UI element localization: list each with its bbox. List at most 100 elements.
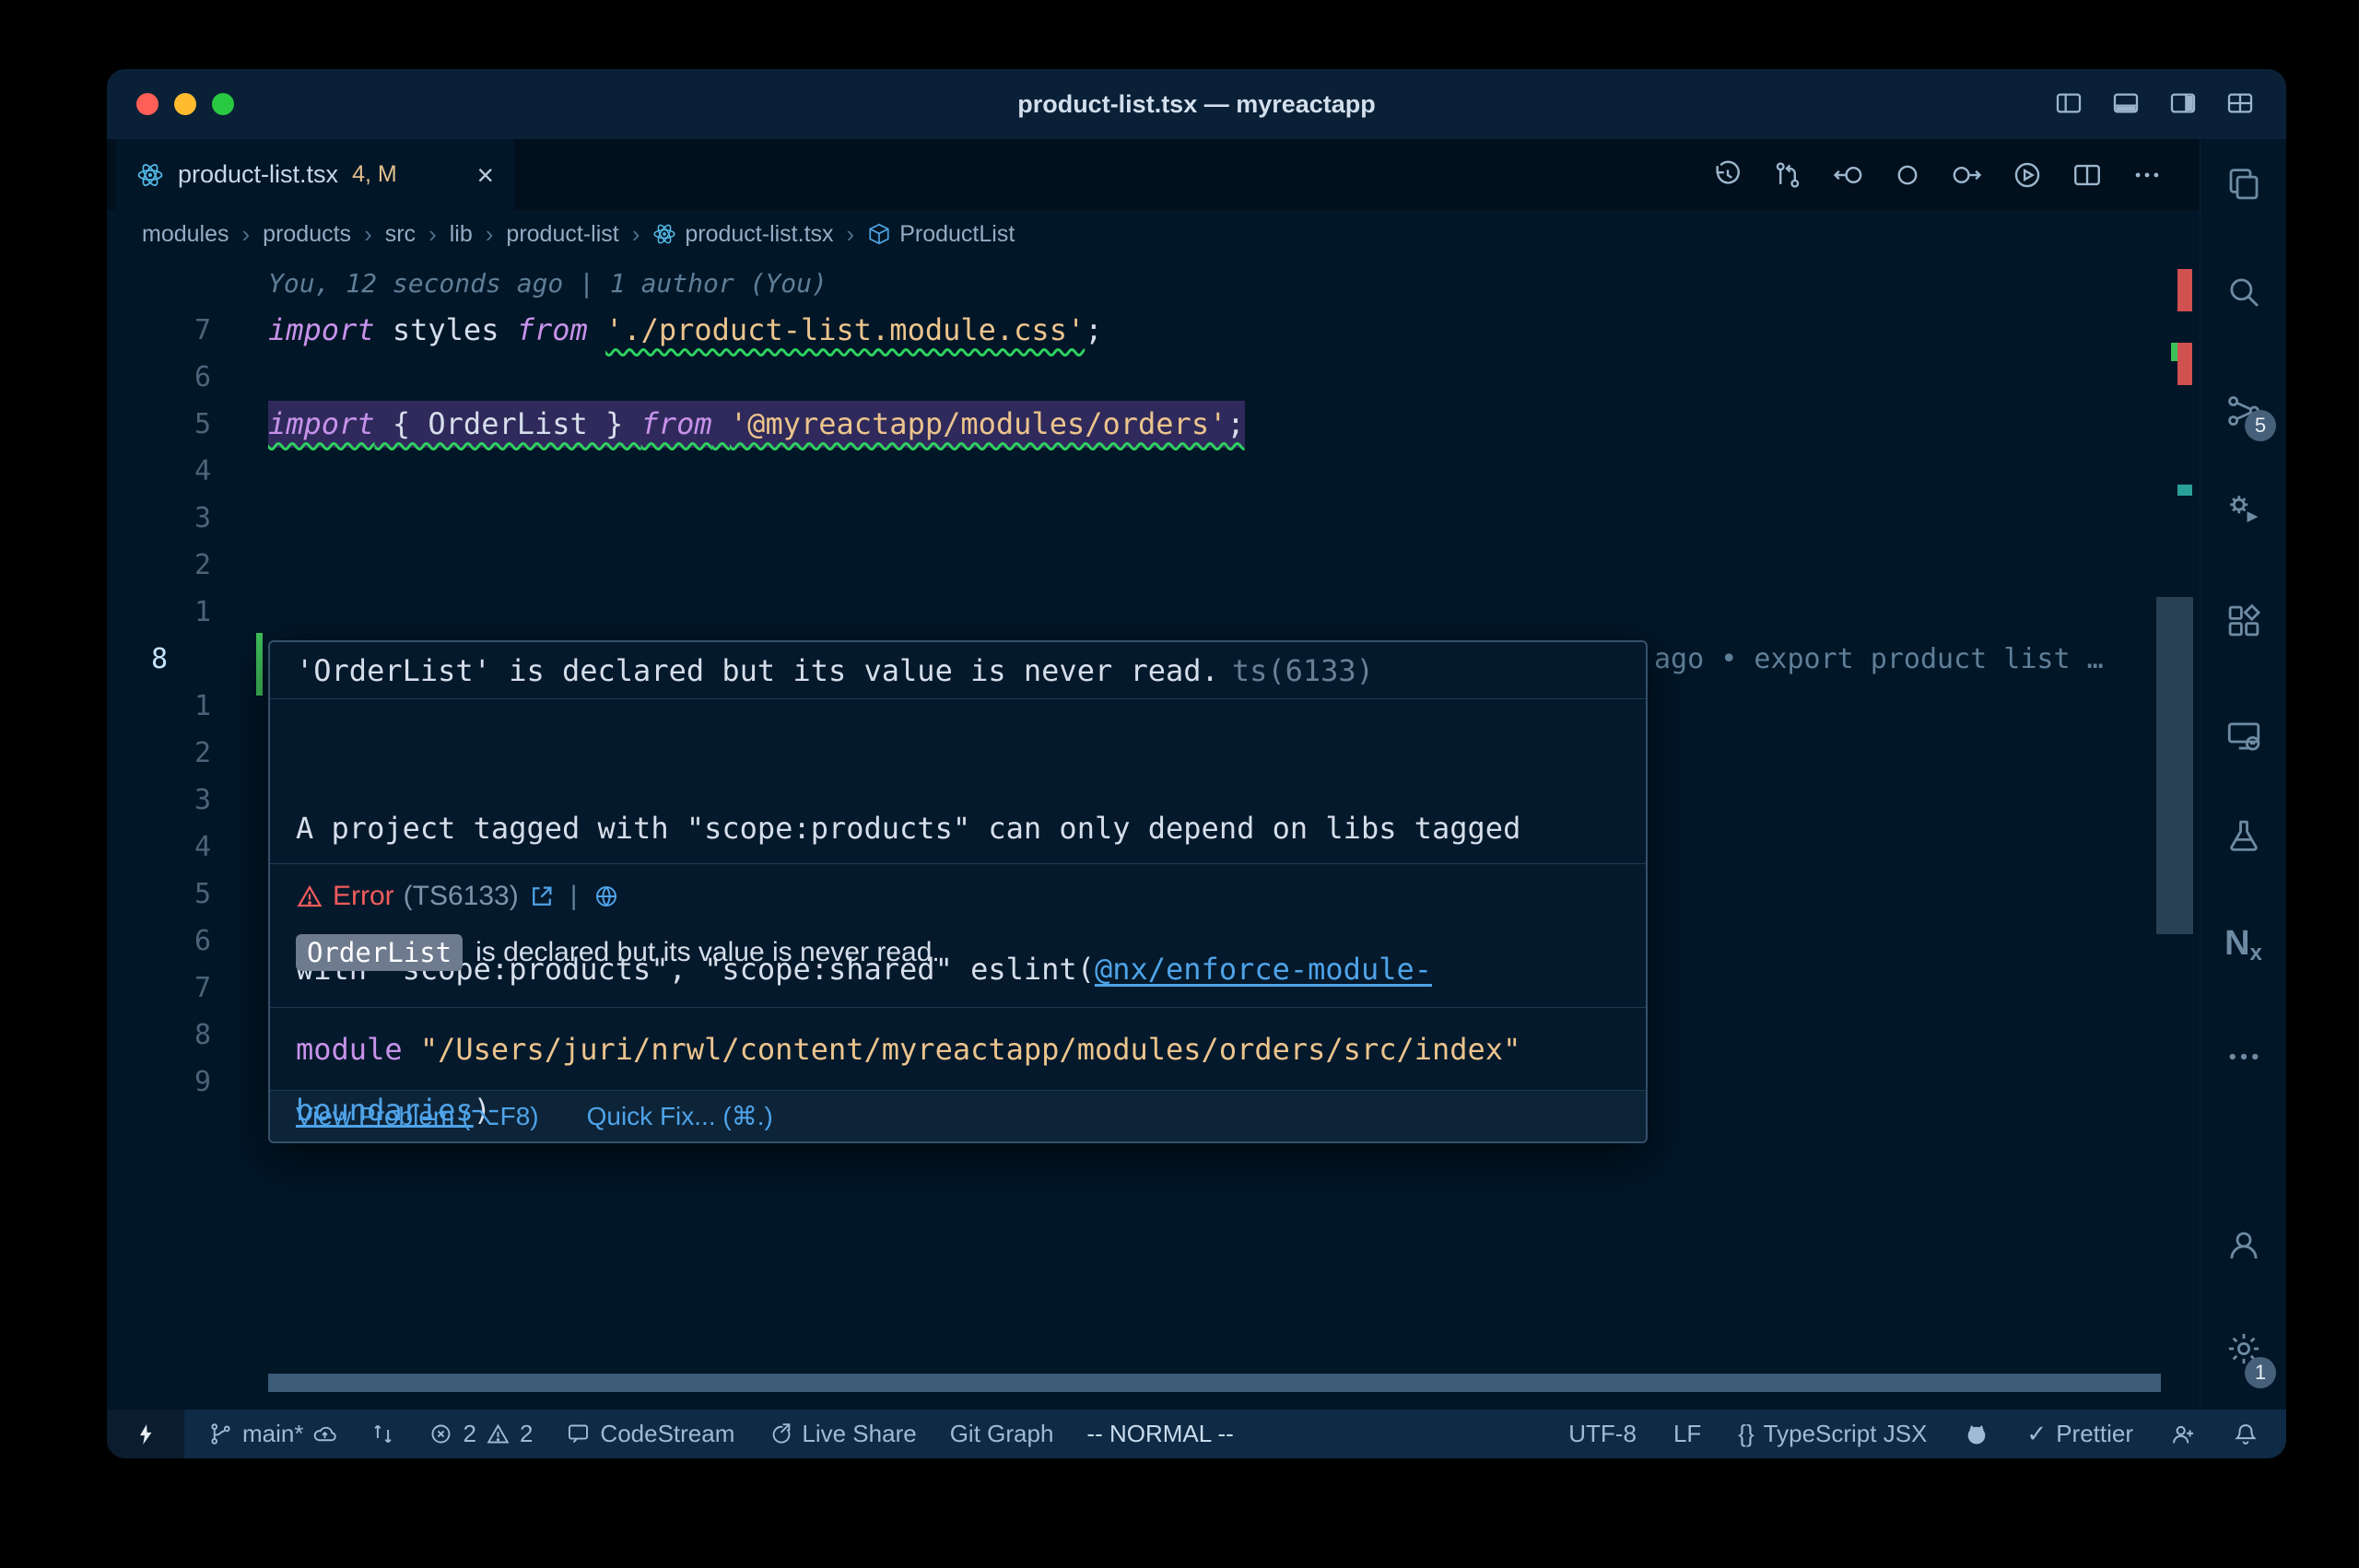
code-token: ; — [1085, 312, 1102, 347]
github-icon[interactable] — [1964, 1422, 1989, 1447]
remote-indicator[interactable] — [107, 1410, 184, 1458]
git-blame-annotation: You, 12 seconds ago | 1 author (You) — [268, 260, 827, 307]
line-number[interactable]: 5 — [107, 401, 211, 448]
remote-explorer-icon[interactable] — [2224, 717, 2263, 755]
line-number[interactable]: 2 — [107, 542, 211, 589]
branch-icon — [208, 1422, 233, 1446]
breadcrumb-item[interactable]: product-list — [506, 221, 618, 248]
line-number[interactable]: 4 — [107, 824, 211, 871]
toggle-secondary-sidebar-icon[interactable] — [2168, 88, 2198, 118]
live-share-status[interactable]: Live Share — [768, 1420, 916, 1448]
line-number[interactable]: 7 — [107, 965, 211, 1012]
code-token: from — [517, 312, 588, 347]
code-row[interactable]: 5import { OrderList } from '@myreactapp/… — [107, 401, 2200, 448]
code-row[interactable]: 3 — [107, 495, 2200, 542]
inline-blame-ghost-text: ago • export product list … — [1654, 636, 2104, 683]
branch-name: main* — [242, 1420, 303, 1448]
compare-changes-icon[interactable] — [1772, 159, 1803, 191]
quick-fix-link[interactable]: Quick Fix... (⌘.) — [587, 1101, 773, 1131]
open-external-icon[interactable] — [528, 883, 556, 910]
line-number[interactable]: 8 — [151, 636, 168, 683]
layout-grid-icon[interactable] — [2225, 88, 2255, 118]
line-number[interactable]: 6 — [107, 918, 211, 965]
breadcrumb-item[interactable]: src — [385, 221, 416, 248]
line-number[interactable]: 6 — [107, 354, 211, 401]
breadcrumb-symbol[interactable]: ProductList — [867, 221, 1015, 248]
blame-row[interactable]: You, 12 seconds ago | 1 author (You) — [107, 260, 2200, 307]
tab-modified-badge: 4, M — [352, 161, 397, 188]
breadcrumb-item[interactable]: lib — [450, 221, 473, 248]
language-status[interactable]: {} TypeScript JSX — [1738, 1420, 1927, 1448]
code-editor[interactable]: You, 12 seconds ago | 1 author (You)7imp… — [107, 258, 2200, 1410]
breadcrumb-item[interactable]: modules — [142, 221, 229, 248]
code-row[interactable]: 2 — [107, 542, 2200, 589]
tab-close-icon[interactable]: × — [476, 160, 494, 190]
line-number[interactable]: 9 — [107, 1059, 211, 1106]
nx-rule-link[interactable]: @nx/enforce-module- — [1095, 952, 1432, 987]
prettier-status[interactable]: ✓ Prettier — [2026, 1420, 2133, 1448]
run-file-icon[interactable] — [2012, 159, 2043, 191]
codestream-status[interactable]: CodeStream — [566, 1420, 734, 1448]
circle-icon[interactable] — [1892, 159, 1923, 191]
split-editor-icon[interactable] — [2071, 159, 2103, 191]
line-number[interactable]: 3 — [107, 777, 211, 824]
extensions-icon[interactable] — [2224, 602, 2263, 640]
code-row[interactable]: 1 — [107, 589, 2200, 636]
settings-badge: 1 — [2245, 1357, 2276, 1388]
line-number[interactable]: 2 — [107, 730, 211, 777]
problems-status[interactable]: 2 2 — [428, 1420, 533, 1448]
overview-ruler-modified-mark — [2171, 343, 2177, 361]
code-row[interactable]: 6 — [107, 354, 2200, 401]
editor-actions — [1712, 139, 2200, 210]
test-beaker-icon[interactable] — [2224, 816, 2263, 855]
breadcrumb-separator: › — [847, 220, 855, 249]
line-number[interactable]: 5 — [107, 871, 211, 918]
git-graph-status[interactable]: Git Graph — [950, 1420, 1054, 1448]
globe-icon[interactable] — [593, 883, 620, 910]
eol-status[interactable]: LF — [1673, 1420, 1701, 1448]
timeline-history-icon[interactable] — [1712, 159, 1743, 191]
minimize-window-button[interactable] — [174, 93, 196, 115]
bell-icon[interactable] — [2233, 1422, 2259, 1447]
tab-product-list[interactable]: product-list.tsx 4, M × — [116, 139, 514, 210]
feedback-icon[interactable] — [2170, 1422, 2196, 1447]
zoom-window-button[interactable] — [212, 93, 234, 115]
line-number[interactable]: 8 — [107, 1012, 211, 1059]
line-number[interactable]: 7 — [107, 307, 211, 354]
git-branch-status[interactable]: main* — [208, 1420, 337, 1448]
sync-status[interactable] — [370, 1422, 395, 1446]
close-window-button[interactable] — [136, 93, 158, 115]
overview-ruler-error-mark — [2177, 343, 2192, 385]
vim-mode-indicator[interactable]: -- NORMAL -- — [1086, 1420, 1233, 1448]
additional-views-icon[interactable] — [2224, 1037, 2263, 1076]
nx-console-icon[interactable]: Nx — [2224, 924, 2262, 966]
vertical-scrollbar[interactable] — [2156, 597, 2193, 934]
code-row[interactable]: 4 — [107, 448, 2200, 495]
code-token: '@myreactapp/modules/orders' — [730, 406, 1226, 441]
breadcrumb-separator: › — [632, 220, 640, 249]
react-icon — [136, 161, 164, 189]
line-number[interactable]: 4 — [107, 448, 211, 495]
navigate-back-icon[interactable] — [1832, 159, 1863, 191]
navigate-forward-icon[interactable] — [1952, 159, 1983, 191]
toggle-sidebar-icon[interactable] — [2054, 88, 2083, 118]
toggle-panel-icon[interactable] — [2111, 88, 2141, 118]
run-task-gear-icon[interactable] — [2224, 490, 2263, 529]
view-problem-link[interactable]: View Problem (⌥F8) — [296, 1101, 539, 1131]
code-row[interactable]: 7import styles from './product-list.modu… — [107, 307, 2200, 354]
code-token: styles — [375, 312, 517, 347]
horizontal-scrollbar[interactable] — [268, 1374, 2161, 1392]
encoding-status[interactable]: UTF-8 — [1568, 1420, 1637, 1448]
breadcrumb-item[interactable]: products — [263, 221, 351, 248]
diagnostic-hover-popup: 'OrderList' is declared but its value is… — [268, 640, 1648, 1143]
search-icon[interactable] — [2224, 273, 2263, 311]
account-icon[interactable] — [2224, 1226, 2263, 1265]
more-actions-icon[interactable] — [2131, 159, 2163, 191]
line-number[interactable]: 1 — [107, 589, 211, 636]
line-number[interactable]: 3 — [107, 495, 211, 542]
breadcrumb-file[interactable]: product-list.tsx — [652, 221, 833, 248]
breadcrumb-file-label: product-list.tsx — [685, 221, 833, 248]
line-number[interactable]: 1 — [107, 683, 211, 730]
explorer-icon[interactable] — [2224, 165, 2263, 204]
symbol-chip: OrderList — [296, 934, 463, 971]
